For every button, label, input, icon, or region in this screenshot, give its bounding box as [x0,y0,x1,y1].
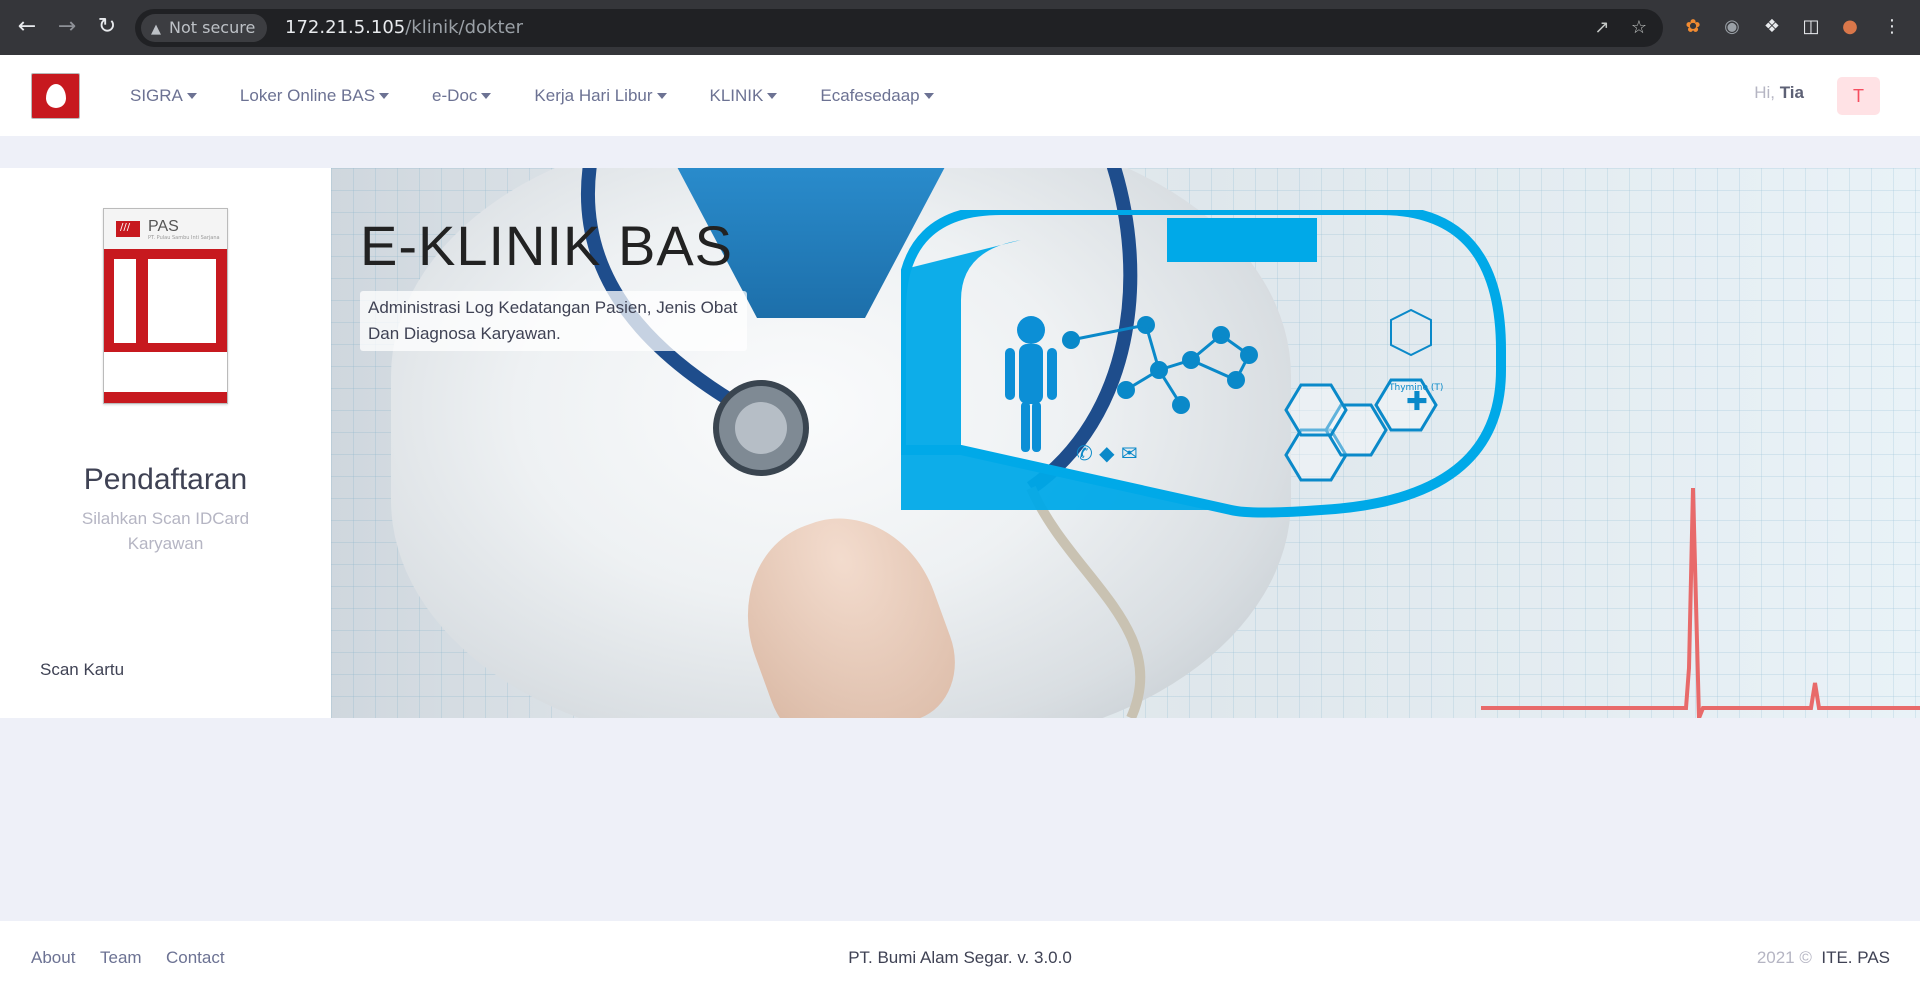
warning-icon: ▲ [151,22,161,37]
menu-edoc[interactable]: e-Doc [432,86,492,106]
id-card-illustration: PAS PT. Pulau Sambu Inti Sarjana [103,208,228,404]
company-mark-icon [116,221,140,237]
caret-down-icon [186,93,197,100]
address-bar[interactable]: ▲ Not secure 172.21.5.105/klinik/dokter ↗… [135,9,1663,47]
cookie-extension-icon[interactable]: ✿ [1681,15,1705,39]
menu-loker-online[interactable]: Loker Online BAS [240,86,390,106]
menu-sigra[interactable]: SIGRA [130,86,197,106]
back-icon[interactable]: ← [14,14,40,40]
ecg-line-graphic [1481,487,1920,718]
banner-subtitle: Administrasi Log Kedatangan Pasien, Jeni… [360,291,747,351]
medical-hologram-graphic: ✚ ✆ ◆ ✉ Thymine (T) [901,210,1506,518]
footer-company: PT. Bumi Alam Segar. v. 3.0.0 [848,948,1072,967]
registration-title: Pendaftaran [83,463,248,496]
kebab-menu-icon[interactable]: ⋮ [1880,15,1904,39]
reload-icon[interactable]: ↻ [94,14,120,40]
footer: About Team Contact PT. Bumi Alam Segar. … [0,921,1920,992]
brand-logo[interactable] [31,73,80,119]
security-chip[interactable]: ▲ Not secure [141,14,268,42]
url-text: 172.21.5.105/klinik/dokter [285,17,524,38]
footer-link-contact[interactable]: Contact [166,948,225,968]
user-avatar[interactable]: T [1837,77,1880,115]
registration-panel: PAS PT. Pulau Sambu Inti Sarjana Pendaft… [0,168,331,718]
user-greeting[interactable]: Hi, Tia [1754,83,1804,103]
caret-down-icon [481,93,492,100]
caret-down-icon [767,93,778,100]
menu-klinik[interactable]: KLINIK [710,86,778,106]
caret-down-icon [379,93,390,100]
main-menu: SIGRA Loker Online BAS e-Doc Kerja Hari … [130,55,977,136]
scan-card-button[interactable]: Scan Kartu [40,660,124,680]
svg-text:✆ ◆ ✉: ✆ ◆ ✉ [1076,441,1138,465]
app-header: SIGRA Loker Online BAS e-Doc Kerja Hari … [0,55,1920,136]
caret-down-icon [923,93,934,100]
globe-extension-icon[interactable]: ◉ [1720,15,1744,39]
drop-icon [45,84,66,108]
hero-banner: ✚ ✆ ◆ ✉ Thymine (T) E-KLINIK BAS Adminis… [331,168,1920,718]
footer-link-team[interactable]: Team [100,948,142,968]
footer-link-about[interactable]: About [31,948,75,968]
caret-down-icon [656,93,667,100]
banner-title: E-KLINIK BAS [360,214,734,277]
menu-ecafesedaap[interactable]: Ecafesedaap [820,86,934,106]
svg-text:Thymine (T): Thymine (T) [1388,383,1443,393]
footer-copyright: 2021 © ITE. PAS [1756,948,1890,967]
forward-icon[interactable]: → [54,14,80,40]
puzzle-extensions-icon[interactable]: ❖ [1760,15,1784,39]
side-panel-icon[interactable]: ◫ [1799,15,1823,39]
registration-subtitle: Silahkan Scan IDCard Karyawan [81,509,250,553]
share-icon[interactable]: ↗ [1591,17,1613,39]
bookmark-star-icon[interactable]: ☆ [1628,17,1650,39]
browser-toolbar: ← → ↻ ▲ Not secure 172.21.5.105/klinik/do… [0,0,1920,55]
menu-kerja-hari-libur[interactable]: Kerja Hari Libur [534,86,667,106]
profile-avatar-icon[interactable]: ● [1838,15,1862,39]
